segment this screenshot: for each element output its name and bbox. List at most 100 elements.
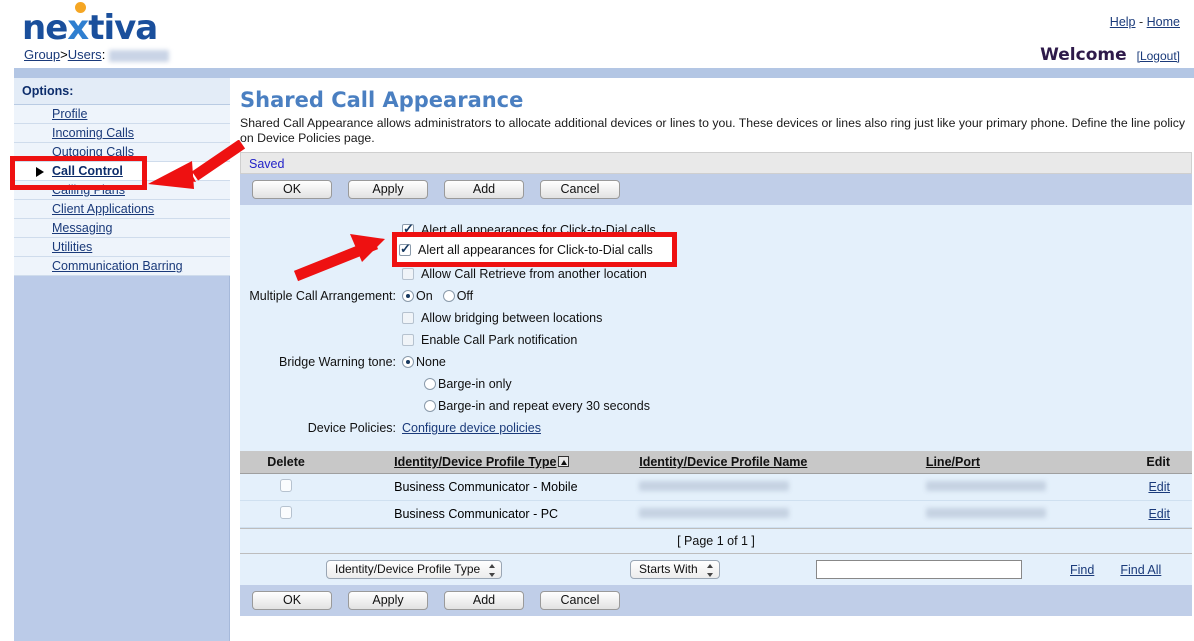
checkbox-alert-click-to-dial-highlighted[interactable] xyxy=(399,244,411,256)
radio-tone-barge-in-only[interactable] xyxy=(424,378,436,390)
sidebar-item-label[interactable]: Calling Plans xyxy=(52,183,125,197)
sidebar-item-label[interactable]: Messaging xyxy=(52,221,112,235)
radio-mca-off[interactable] xyxy=(443,290,455,302)
configure-device-policies-link[interactable]: Configure device policies xyxy=(402,421,541,435)
label-multiple-call-arrangement: Multiple Call Arrangement: xyxy=(240,289,402,303)
label-allow-call-retrieve: Allow Call Retrieve from another locatio… xyxy=(421,267,647,281)
checkbox-allow-call-retrieve[interactable] xyxy=(402,268,414,280)
bottom-button-row: OK Apply Add Cancel xyxy=(240,585,1192,616)
search-match-select[interactable]: Starts With xyxy=(630,560,720,579)
breadcrumb-group-link[interactable]: Group xyxy=(24,47,60,62)
column-header-delete-label: Delete xyxy=(267,455,305,469)
column-header-edit-label: Edit xyxy=(1146,455,1170,469)
label-mca-off: Off xyxy=(457,289,473,303)
cell-delete-checkbox[interactable] xyxy=(240,501,332,528)
ok-button-top[interactable]: OK xyxy=(252,180,332,199)
field-device-policies: Device Policies: Configure device polici… xyxy=(240,417,1192,439)
annotation-highlight-content[interactable]: Alert all appearances for Click-to-Dial … xyxy=(399,239,670,260)
column-header-profile-type-label[interactable]: Identity/Device Profile Type xyxy=(394,455,556,469)
pagination-indicator: [ Page 1 of 1 ] xyxy=(240,528,1192,554)
sidebar-item-label[interactable]: Client Applications xyxy=(52,202,154,216)
sidebar: Options: Profile Incoming Calls Outgoing… xyxy=(14,78,230,641)
top-button-row: OK Apply Add Cancel xyxy=(240,174,1192,205)
apply-button-top[interactable]: Apply xyxy=(348,180,428,199)
sidebar-item-communication-barring[interactable]: Communication Barring xyxy=(14,257,230,276)
add-button-bottom[interactable]: Add xyxy=(444,591,524,610)
device-table-wrapper: Delete Identity/Device Profile Type Iden… xyxy=(240,451,1192,528)
field-enable-call-park[interactable]: Enable Call Park notification xyxy=(240,329,1192,351)
label-allow-bridging: Allow bridging between locations xyxy=(421,311,602,325)
settings-form: Alert all appearances for Click-to-Dial … xyxy=(240,205,1192,451)
logout-link[interactable]: [Logout] xyxy=(1137,49,1180,63)
nextiva-logo: nextiva xyxy=(22,8,157,48)
column-header-profile-name[interactable]: Identity/Device Profile Name xyxy=(639,451,926,474)
label-tone-none: None xyxy=(416,355,446,369)
sidebar-item-utilities[interactable]: Utilities xyxy=(14,238,230,257)
cancel-button-bottom[interactable]: Cancel xyxy=(540,591,620,610)
row-edit-link[interactable]: Edit xyxy=(1148,480,1170,494)
find-all-link[interactable]: Find All xyxy=(1120,563,1161,577)
sidebar-item-calling-plans[interactable]: Calling Plans xyxy=(14,181,230,200)
label-bridge-warning-tone: Bridge Warning tone: xyxy=(240,355,402,369)
page-description: Shared Call Appearance allows administra… xyxy=(238,116,1194,152)
sidebar-item-profile[interactable]: Profile xyxy=(14,105,230,124)
sidebar-item-messaging[interactable]: Messaging xyxy=(14,219,230,238)
breadcrumb-users-link[interactable]: Users xyxy=(68,47,102,62)
help-link[interactable]: Help xyxy=(1110,15,1136,29)
field-alert-click-to-dial[interactable]: Alert all appearances for Click-to-Dial … xyxy=(240,219,1192,241)
cancel-button-top[interactable]: Cancel xyxy=(540,180,620,199)
status-message-bar: Saved xyxy=(240,152,1192,174)
sidebar-item-call-control[interactable]: Call Control xyxy=(14,162,230,181)
sidebar-item-label[interactable]: Utilities xyxy=(52,240,92,254)
logo-text-tiva: tiva xyxy=(88,8,157,48)
sidebar-item-label[interactable]: Profile xyxy=(52,107,87,121)
field-bridge-warning-tone-barge-repeat: Barge-in and repeat every 30 seconds xyxy=(240,395,1192,417)
sidebar-item-incoming-calls[interactable]: Incoming Calls xyxy=(14,124,230,143)
checkbox-alert-click-to-dial[interactable] xyxy=(402,224,414,236)
add-button-top[interactable]: Add xyxy=(444,180,524,199)
page-root: nextiva Group>Users: Help - Home Welcome… xyxy=(0,0,1194,641)
column-header-edit: Edit xyxy=(1110,451,1192,474)
find-link[interactable]: Find xyxy=(1070,563,1094,577)
sidebar-item-label[interactable]: Communication Barring xyxy=(52,259,183,273)
search-input[interactable] xyxy=(816,560,1022,579)
radio-tone-barge-in-repeat[interactable] xyxy=(424,400,436,412)
sidebar-item-client-applications[interactable]: Client Applications xyxy=(14,200,230,219)
field-alert-group-paging[interactable]: Alert all appearances for Group Paging c… xyxy=(240,241,1192,263)
cell-edit[interactable]: Edit xyxy=(1110,501,1192,528)
cell-edit[interactable]: Edit xyxy=(1110,474,1192,501)
search-column-select-value: Identity/Device Profile Type xyxy=(335,562,480,576)
triangle-right-icon xyxy=(36,167,44,177)
row-edit-link[interactable]: Edit xyxy=(1148,507,1170,521)
column-header-profile-name-label[interactable]: Identity/Device Profile Name xyxy=(639,455,807,469)
label-alert-click-to-dial: Alert all appearances for Click-to-Dial … xyxy=(421,223,656,237)
search-column-select[interactable]: Identity/Device Profile Type xyxy=(326,560,502,579)
column-header-profile-type[interactable]: Identity/Device Profile Type xyxy=(332,451,639,474)
sidebar-item-label[interactable]: Outgoing Calls xyxy=(52,145,134,159)
checkbox-enable-call-park[interactable] xyxy=(402,334,414,346)
sidebar-item-label[interactable]: Call Control xyxy=(52,164,123,178)
field-allow-call-retrieve[interactable]: Allow Call Retrieve from another locatio… xyxy=(240,263,1192,285)
field-allow-bridging[interactable]: Allow bridging between locations xyxy=(240,307,1192,329)
column-header-line-port-label[interactable]: Line/Port xyxy=(926,455,980,469)
redacted-profile-name xyxy=(639,508,789,518)
ok-button-bottom[interactable]: OK xyxy=(252,591,332,610)
sidebar-item-label[interactable]: Incoming Calls xyxy=(52,126,134,140)
row-delete-checkbox[interactable] xyxy=(280,479,292,492)
sort-ascending-icon[interactable] xyxy=(558,456,569,467)
cell-delete-checkbox[interactable] xyxy=(240,474,332,501)
main-content: Shared Call Appearance Shared Call Appea… xyxy=(238,78,1194,641)
cell-line-port xyxy=(926,474,1110,501)
label-alert-click-to-dial-highlighted: Alert all appearances for Click-to-Dial … xyxy=(418,243,653,257)
row-delete-checkbox[interactable] xyxy=(280,506,292,519)
radio-mca-on[interactable] xyxy=(402,290,414,302)
checkbox-allow-bridging[interactable] xyxy=(402,312,414,324)
apply-button-bottom[interactable]: Apply xyxy=(348,591,428,610)
radio-tone-none[interactable] xyxy=(402,356,414,368)
column-header-line-port[interactable]: Line/Port xyxy=(926,451,1110,474)
page-header: nextiva Group>Users: Help - Home Welcome… xyxy=(0,0,1194,60)
field-bridge-warning-tone-barge-in: Barge-in only xyxy=(240,373,1192,395)
label-device-policies: Device Policies: xyxy=(240,421,402,435)
sidebar-item-outgoing-calls[interactable]: Outgoing Calls xyxy=(14,143,230,162)
home-link[interactable]: Home xyxy=(1147,15,1180,29)
